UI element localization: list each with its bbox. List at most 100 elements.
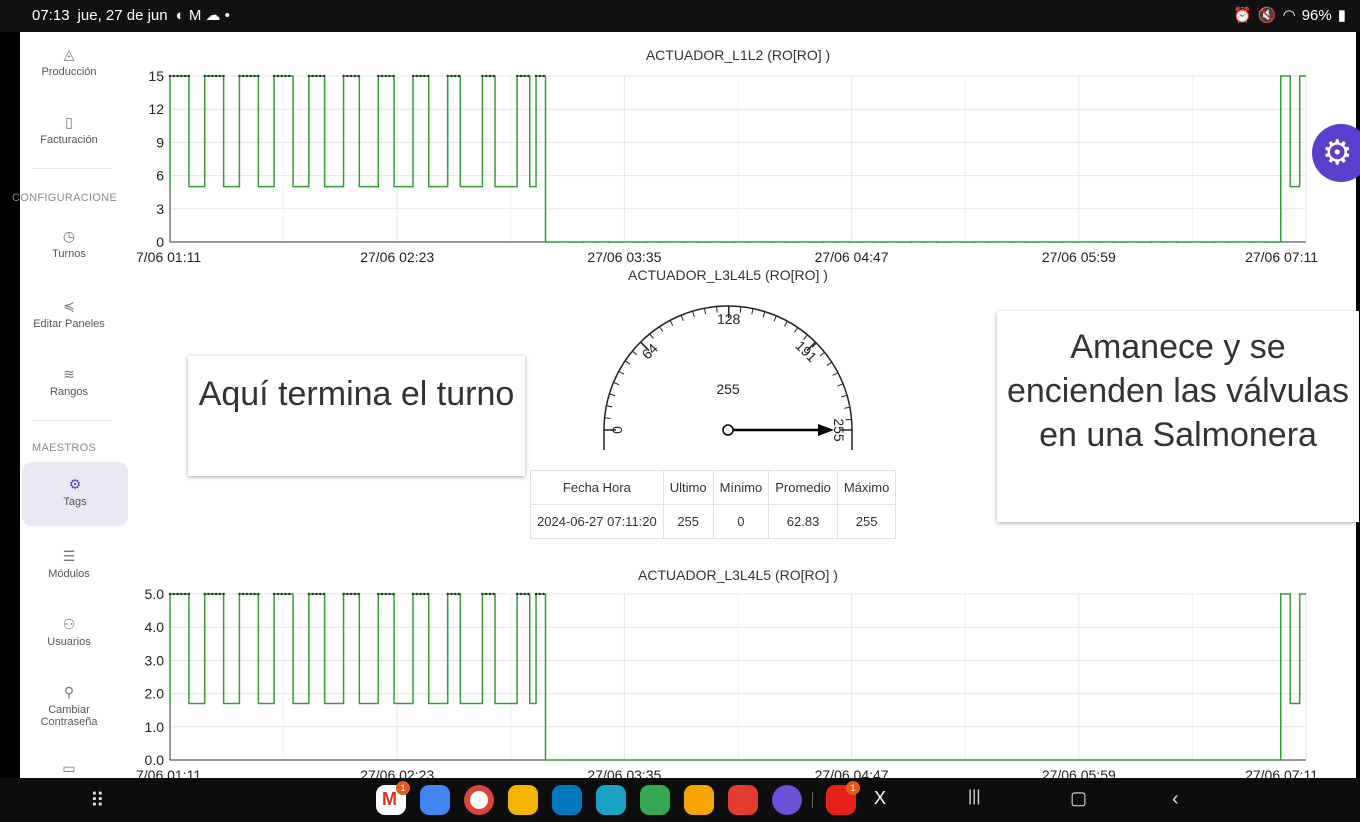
trello-app-icon[interactable] (552, 785, 582, 815)
back-button[interactable]: ‹ (1172, 788, 1179, 811)
data-point (923, 759, 926, 761)
data-point (910, 759, 913, 761)
sidebar-item-editar-paneles[interactable]: ≼ Editar Paneles (20, 298, 118, 330)
calendar-app-icon[interactable] (420, 785, 450, 815)
data-point (759, 241, 761, 243)
x-app-icon[interactable]: X (874, 788, 886, 809)
youtube-app-icon[interactable]: 1 (826, 781, 860, 815)
sidebar-item-modulos[interactable]: ☰ Módulos (20, 548, 118, 580)
data-point (249, 74, 252, 78)
sidebar-item-turnos[interactable]: ◷ Turnos (20, 228, 118, 260)
data-point (885, 241, 888, 243)
data-point (222, 592, 225, 596)
data-point (488, 592, 492, 596)
gauge-minor-tick (762, 311, 766, 318)
keep-app-icon[interactable] (508, 785, 538, 815)
x-tick-label: 27/06 05:59 (1042, 249, 1116, 265)
sidebar-item-label: Facturación (40, 134, 98, 146)
gauge-tick-label: 191 (792, 337, 820, 365)
data-point (1024, 759, 1027, 761)
x-tick-label: 27/06 02:23 (360, 249, 434, 265)
data-point (207, 74, 210, 78)
data-point (1049, 241, 1052, 243)
data-point (1137, 241, 1140, 243)
clock-icon: ◷ (62, 228, 76, 244)
data-point (582, 759, 585, 761)
notes-app-icon[interactable] (728, 785, 758, 815)
data-point (872, 241, 875, 243)
data-point (847, 759, 850, 761)
sidebar-item-usuarios[interactable]: ⚇ Usuarios (20, 616, 118, 648)
data-point (211, 74, 214, 78)
data-point (1276, 759, 1279, 761)
callout-left: Aquí termina el turno (188, 356, 525, 476)
data-point (450, 592, 453, 596)
gmail-app-icon[interactable]: M 1 (376, 781, 410, 815)
data-point (481, 592, 484, 596)
gauge-minor-tick (841, 394, 848, 398)
files-app-icon[interactable] (684, 785, 714, 815)
data-point (168, 74, 172, 78)
data-point (973, 759, 976, 761)
data-point (746, 241, 749, 243)
gauge-minor-tick (703, 308, 707, 315)
data-point (645, 241, 648, 243)
chart-title: ACTUADOR_L1L2 (RO[RO] ) (646, 47, 830, 63)
cell-minimo: 0 (712, 504, 770, 539)
chrome-app-icon[interactable] (464, 785, 494, 815)
data-point (935, 241, 938, 243)
users-icon: ⚇ (62, 616, 76, 632)
data-point (658, 759, 661, 761)
data-point (253, 592, 256, 596)
data-point (180, 74, 183, 78)
data-point (1213, 241, 1216, 243)
data-point (415, 74, 418, 78)
data-point (207, 592, 210, 596)
gauge-minor-tick (649, 333, 654, 339)
android-navbar: ⠿ M 1 1 X ||| ▢ ‹ (0, 778, 1360, 822)
data-point (307, 74, 311, 78)
data-point (759, 759, 761, 761)
calculator-app-icon[interactable] (640, 785, 670, 815)
data-point (534, 74, 538, 78)
browser-app-icon[interactable] (772, 785, 802, 815)
sidebar-item-tags[interactable]: ⚙ Tags (22, 462, 128, 526)
y-tick-label: 5.0 (145, 586, 165, 602)
sidebar-item-facturacion[interactable]: ▯ Facturación (20, 114, 118, 146)
gauge-tick-label: 128 (717, 311, 741, 327)
data-point (1238, 759, 1241, 761)
data-point (569, 759, 572, 761)
app-drawer-icon[interactable]: ⠿ (90, 788, 105, 813)
data-point (1200, 759, 1203, 761)
home-button[interactable]: ▢ (1070, 788, 1087, 809)
maps-pin-app-icon[interactable] (596, 785, 626, 815)
data-point (245, 74, 249, 78)
gauge-minor-tick (837, 383, 844, 387)
data-point (973, 241, 976, 243)
data-point (388, 74, 391, 78)
data-point (180, 592, 183, 596)
sidebar-item-produccion[interactable]: ◬ Producción (20, 46, 118, 78)
gauge-ticks: 064128191255 (604, 305, 852, 442)
data-point (961, 241, 963, 243)
data-point (523, 592, 526, 596)
cell-maximo: 255 (836, 504, 897, 539)
data-point (1062, 759, 1064, 761)
data-point (492, 74, 495, 78)
sidebar-item-more[interactable]: ▭ (20, 760, 118, 780)
y-tick-label: 0.0 (145, 752, 165, 768)
gauge-minor-tick (606, 405, 613, 408)
gauge-minor-tick (832, 372, 839, 376)
data-point (632, 759, 635, 761)
data-point (1112, 241, 1115, 243)
data-point (1264, 759, 1266, 761)
sidebar-item-cambiar-contrasena[interactable]: ⚲ Cambiar Contraseña (20, 684, 118, 728)
data-point (380, 74, 384, 78)
data-point (784, 759, 787, 761)
recents-button[interactable]: ||| (968, 788, 980, 806)
data-point (218, 74, 222, 78)
gauge-tick-label: 0 (609, 426, 625, 434)
data-point (423, 592, 426, 596)
sidebar-item-rangos[interactable]: ≋ Rangos (20, 366, 118, 398)
data-point (388, 592, 391, 596)
